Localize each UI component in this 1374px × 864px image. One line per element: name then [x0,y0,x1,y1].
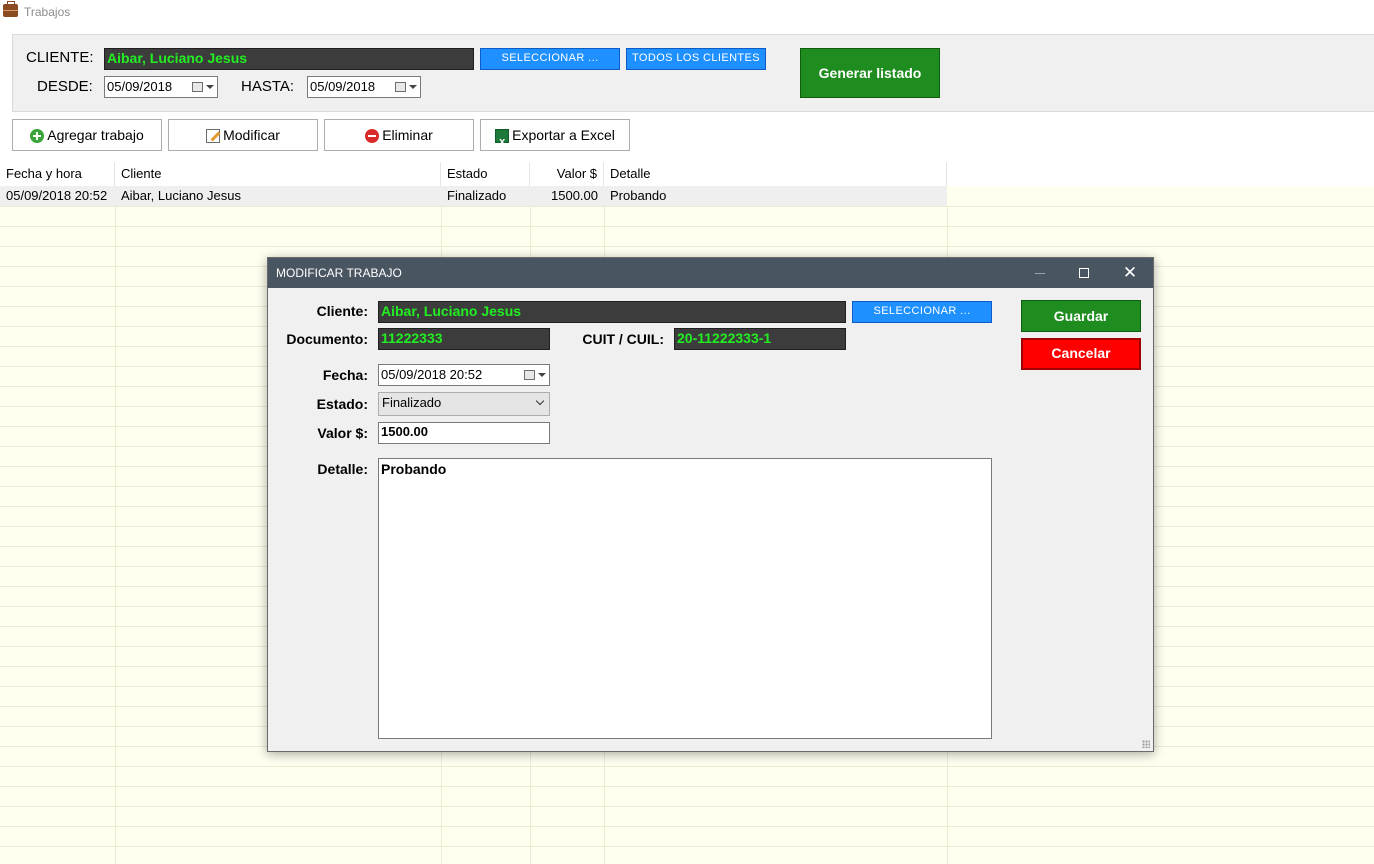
chevron-down-icon [409,85,417,89]
cell-fecha: 05/09/2018 20:52 [6,188,108,203]
dialog-cliente-label: Cliente: [316,303,368,319]
table-row[interactable]: 05/09/2018 20:52 Aibar, Luciano Jesus Fi… [0,186,947,206]
edit-icon [206,129,221,143]
desde-date-picker[interactable]: 05/09/2018 [104,76,218,98]
maximize-icon [1079,268,1089,278]
cell-cliente: Aibar, Luciano Jesus [121,188,241,203]
window-title: Trabajos [24,5,71,19]
grid-row-line [0,206,1374,207]
close-button[interactable]: ✕ [1107,258,1153,288]
exportar-excel-label: Exportar a Excel [512,127,615,143]
estado-selected-value: Finalizado [382,395,442,410]
cliente-field[interactable]: Aibar, Luciano Jesus [104,48,474,70]
modificar-label: Modificar [223,127,280,143]
exportar-excel-button[interactable]: Exportar a Excel [480,119,630,157]
cuit-field[interactable]: 20-11222333-1 [674,328,846,350]
valor-input[interactable]: 1500.00 [378,422,550,444]
grid-row-line [0,846,1374,847]
cliente-label: CLIENTE: [26,49,94,66]
column-header-cliente[interactable]: Cliente [115,162,441,186]
cell-estado: Finalizado [447,188,507,203]
dialog-title-bar: MODIFICAR TRABAJO ✕ [268,258,1153,288]
grid-row-line [0,766,1374,767]
grid-row-line [0,786,1374,787]
guardar-button[interactable]: Guardar [1021,300,1141,332]
chevron-down-icon [535,396,545,406]
cell-valor: 1500.00 [551,188,598,203]
agregar-trabajo-label: Agregar trabajo [47,127,144,143]
column-header-detalle[interactable]: Detalle [604,162,947,186]
generar-listado-button[interactable]: Generar listado [800,48,940,98]
estado-label: Estado: [316,396,368,412]
grid-row-line [0,246,1374,247]
grid-header-filler [947,162,1374,186]
close-icon: ✕ [1122,263,1138,282]
hasta-date-picker[interactable]: 05/09/2018 [307,76,421,98]
grid-row-line [0,826,1374,827]
briefcase-icon [3,1,18,17]
minimize-button[interactable] [1017,258,1063,288]
resize-grip-icon[interactable] [1142,740,1150,748]
dialog-title: MODIFICAR TRABAJO [276,266,402,280]
documento-label: Documento: [286,331,368,347]
column-header-fecha[interactable]: Fecha y hora [0,162,115,186]
dialog-seleccionar-button[interactable]: SELECCIONAR ... [852,301,992,323]
eliminar-button[interactable]: Eliminar [324,119,474,151]
eliminar-label: Eliminar [382,127,433,143]
delete-icon [365,129,380,143]
dialog-cliente-field[interactable]: Aibar, Luciano Jesus [378,301,846,323]
calendar-icon [395,82,406,92]
column-header-estado[interactable]: Estado [441,162,530,186]
fecha-date-value: 05/09/2018 20:52 [381,367,483,382]
agregar-trabajo-button[interactable]: Agregar trabajo [12,119,162,151]
desde-date-value: 05/09/2018 [107,79,173,94]
seleccionar-cliente-button[interactable]: SELECCIONAR ... [480,48,620,70]
grid-header: Fecha y hora Cliente Estado Valor $ Deta… [0,162,947,186]
documento-field[interactable]: 11222333 [378,328,550,350]
grid-row-line [0,226,1374,227]
column-header-valor[interactable]: Valor $ [530,162,604,186]
add-icon [30,129,45,143]
valor-label: Valor $: [317,425,368,441]
estado-select[interactable]: Finalizado [378,392,550,416]
excel-icon [495,127,510,157]
chevron-down-icon [538,373,546,377]
maximize-button[interactable] [1061,258,1107,288]
modificar-trabajo-dialog: MODIFICAR TRABAJO ✕ Cliente: Aibar, Luci… [267,257,1154,752]
detalle-textarea[interactable]: Probando [378,458,992,739]
calendar-icon [524,370,535,380]
calendar-icon [192,82,203,92]
hasta-date-value: 05/09/2018 [310,79,376,94]
cell-detalle: Probando [610,188,667,203]
modificar-button[interactable]: Modificar [168,119,318,151]
filter-panel [12,34,1374,112]
grid-column-line [115,206,116,864]
cuit-label: CUIT / CUIL: [582,331,664,347]
grid-row-line [0,806,1374,807]
cancelar-button[interactable]: Cancelar [1021,338,1141,370]
minimize-icon [1035,273,1045,274]
window-title-bar: Trabajos [0,0,1374,24]
detalle-label: Detalle: [317,461,368,477]
todos-los-clientes-button[interactable]: TODOS LOS CLIENTES [626,48,766,70]
chevron-down-icon [206,85,214,89]
fecha-date-picker[interactable]: 05/09/2018 20:52 [378,364,550,386]
hasta-label: HASTA: [241,78,295,95]
fecha-label: Fecha: [322,367,368,383]
desde-label: DESDE: [37,78,93,95]
